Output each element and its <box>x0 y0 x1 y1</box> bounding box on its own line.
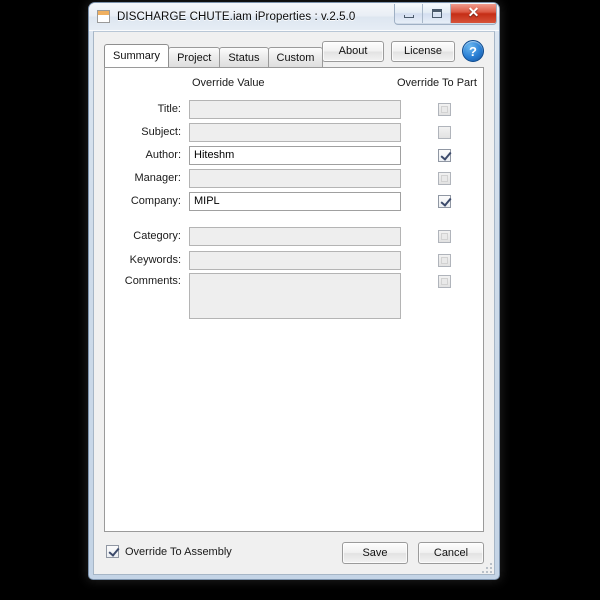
checkbox-cell-title <box>401 102 487 116</box>
save-button[interactable]: Save <box>342 542 408 564</box>
tab-project[interactable]: Project <box>168 47 221 67</box>
form-row-comments: Comments: <box>105 273 483 323</box>
form-row-category: Category: <box>105 225 483 247</box>
close-icon: ✕ <box>467 5 480 21</box>
input-manager[interactable] <box>189 168 401 188</box>
license-button[interactable]: License <box>391 40 455 62</box>
window-controls: ✕ <box>394 4 497 25</box>
tab-status[interactable]: Status <box>219 47 269 67</box>
input-subject[interactable] <box>189 122 401 142</box>
checkbox-override-category[interactable] <box>437 229 451 243</box>
override-to-assembly-group[interactable]: Override To Assembly <box>106 545 232 558</box>
close-button[interactable]: ✕ <box>451 4 496 23</box>
form-row-title: Title: <box>105 98 483 120</box>
help-icon[interactable]: ? <box>462 40 484 62</box>
top-row: Summary Project Status Custom About Lice… <box>104 40 484 67</box>
window-title: DISCHARGE CHUTE.iam iProperties : v.2.5.… <box>117 10 356 23</box>
input-author[interactable]: Hiteshm <box>189 145 401 165</box>
label-category: Category: <box>133 230 181 242</box>
input-category[interactable] <box>189 226 401 246</box>
tab-strip: Summary Project Status Custom <box>104 44 324 67</box>
minimize-icon <box>403 14 414 18</box>
label-title: Title: <box>157 103 181 115</box>
document-icon <box>97 10 110 23</box>
minimize-button[interactable] <box>395 4 423 23</box>
label-manager: Manager: <box>134 172 181 184</box>
form-row-keywords: Keywords: <box>105 249 483 271</box>
column-header-override-to-part: Override To Part <box>397 77 477 89</box>
cancel-button[interactable]: Cancel <box>418 542 484 564</box>
maximize-button[interactable] <box>423 4 451 23</box>
summary-tab-panel: Override Value Override To Part Title: S… <box>104 67 484 532</box>
maximize-icon <box>431 9 442 18</box>
checkbox-cell-subject <box>401 125 487 139</box>
form-row-company: Company: MIPL <box>105 190 483 212</box>
label-company: Company: <box>130 195 181 207</box>
checkbox-override-company[interactable] <box>437 194 451 208</box>
checkbox-cell-company <box>401 194 487 208</box>
input-company[interactable]: MIPL <box>189 191 401 211</box>
form-row-subject: Subject: <box>105 121 483 143</box>
label-author: Author: <box>145 149 181 161</box>
client-area: Summary Project Status Custom About Lice… <box>93 31 495 575</box>
checkbox-cell-category <box>401 229 487 243</box>
label-comments: Comments: <box>124 275 181 287</box>
checkbox-cell-keywords <box>401 253 487 267</box>
tab-summary[interactable]: Summary <box>104 44 170 67</box>
about-button[interactable]: About <box>322 40 384 62</box>
checkbox-cell-author <box>401 148 487 162</box>
checkbox-override-title[interactable] <box>437 102 451 116</box>
checkbox-cell-comments <box>401 273 487 288</box>
column-header-override-value: Override Value <box>192 77 265 89</box>
form-row-author: Author: Hiteshm <box>105 144 483 166</box>
override-to-assembly-label: Override To Assembly <box>125 545 232 558</box>
bottom-bar: Override To Assembly Save Cancel <box>104 542 484 566</box>
iproperties-window: DISCHARGE CHUTE.iam iProperties : v.2.5.… <box>88 2 500 580</box>
title-bar[interactable]: DISCHARGE CHUTE.iam iProperties : v.2.5.… <box>89 3 499 31</box>
input-keywords[interactable] <box>189 250 401 270</box>
checkbox-override-author[interactable] <box>437 148 451 162</box>
label-subject: Subject: <box>141 126 181 138</box>
resize-grip[interactable] <box>480 561 492 573</box>
checkbox-override-to-assembly[interactable] <box>106 545 119 558</box>
input-title[interactable] <box>189 99 401 119</box>
tab-custom[interactable]: Custom <box>267 47 324 67</box>
checkbox-override-subject[interactable] <box>437 125 451 139</box>
input-comments[interactable] <box>189 273 401 319</box>
checkbox-override-keywords[interactable] <box>437 253 451 267</box>
checkbox-override-manager[interactable] <box>437 171 451 185</box>
dialog-buttons: Save Cancel <box>342 542 484 564</box>
checkbox-cell-manager <box>401 171 487 185</box>
checkbox-override-comments[interactable] <box>437 275 451 288</box>
label-keywords: Keywords: <box>129 254 181 266</box>
form-row-manager: Manager: <box>105 167 483 189</box>
toolbar-buttons: About License ? <box>322 40 484 62</box>
